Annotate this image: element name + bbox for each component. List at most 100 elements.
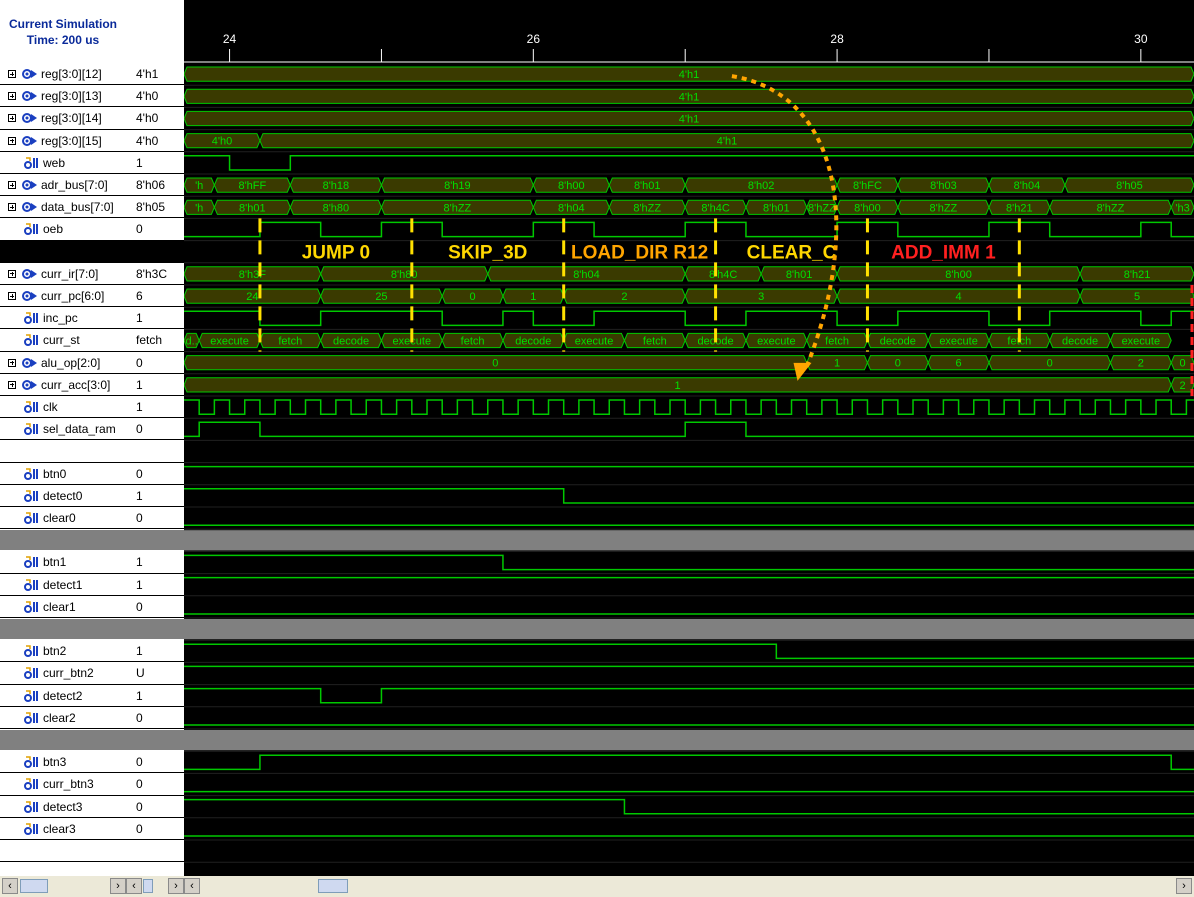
wave-row-clear0 bbox=[184, 524, 1194, 530]
values-scroll-left-icon[interactable]: ‹ bbox=[126, 878, 142, 894]
expand-icon[interactable] bbox=[8, 92, 16, 101]
bus-value-label: 8'h80 bbox=[323, 202, 350, 214]
signal-name-detect1[interactable]: detect1 bbox=[0, 574, 126, 596]
values-scroll-right-icon[interactable]: › bbox=[168, 878, 184, 894]
expand-icon[interactable] bbox=[8, 292, 16, 300]
current-simulation-time: Current Simulation Time: 200 us bbox=[8, 16, 117, 47]
signal-value: 1 bbox=[136, 400, 143, 414]
bus-value-label: 8'h4C bbox=[701, 202, 729, 214]
wave-row-sep bbox=[184, 619, 1194, 641]
signal-name-reg[3:0][12][interactable]: reg[3:0][12] bbox=[0, 63, 126, 85]
wave-row-web bbox=[184, 155, 1194, 175]
signal-name-detect2[interactable]: detect2 bbox=[0, 685, 126, 707]
clock-waveform bbox=[184, 399, 1194, 415]
signal-name-reg[3:0][13][interactable]: reg[3:0][13] bbox=[0, 85, 126, 107]
scroll-left-icon[interactable]: ‹ bbox=[2, 878, 18, 894]
expand-icon[interactable] bbox=[8, 358, 16, 367]
bit-waveform bbox=[184, 421, 1194, 438]
expand-icon[interactable] bbox=[8, 203, 16, 212]
scroll-right-icon[interactable]: › bbox=[110, 878, 126, 894]
signal-label: clear0 bbox=[43, 511, 76, 525]
bus-value-label: decode bbox=[880, 336, 916, 348]
bus-value-label: 2 bbox=[621, 291, 627, 303]
signal-name-clear3[interactable]: clear3 bbox=[0, 818, 126, 840]
bit-waveform bbox=[184, 221, 1194, 238]
signal-icon bbox=[24, 423, 40, 436]
signal-name-btn0[interactable]: btn0 bbox=[0, 463, 126, 485]
bus-value-label: 8'h04 bbox=[1014, 180, 1041, 192]
signal-name-web[interactable]: web bbox=[0, 152, 126, 174]
signal-name-clear2[interactable]: clear2 bbox=[0, 707, 126, 729]
signal-name-reg[3:0][14][interactable]: reg[3:0][14] bbox=[0, 107, 126, 129]
signal-value: 0 bbox=[136, 599, 143, 614]
signal-name-alu_op[2:0][interactable]: alu_op[2:0] bbox=[0, 352, 126, 374]
signal-value: 0 bbox=[136, 422, 143, 437]
waveform-panel[interactable]: 24 26 28 30 4'h1 4'h1 4'h1 4'h0 4'h1'h 8'hFF 8'h18… bbox=[183, 0, 1194, 876]
signal-value bbox=[126, 840, 184, 862]
signal-name-curr_acc[3:0][interactable]: curr_acc[3:0] bbox=[0, 374, 126, 396]
wave-row-clear3 bbox=[184, 835, 1194, 841]
bus-value-label: 1 bbox=[675, 380, 681, 392]
signal-name-sel_data_ram[interactable]: sel_data_ram bbox=[0, 418, 126, 440]
wave-row-detect2 bbox=[184, 687, 1194, 708]
signal-name-clear0[interactable]: clear0 bbox=[0, 507, 126, 529]
values-scroll-thumb[interactable] bbox=[143, 879, 153, 893]
signal-name-detect0[interactable]: detect0 bbox=[0, 485, 126, 507]
signal-label: reg[3:0][15] bbox=[41, 133, 102, 148]
signal-name-detect3[interactable]: detect3 bbox=[0, 796, 126, 818]
wave-row-sep bbox=[184, 530, 1194, 552]
bus-value-label: 'h3 bbox=[1175, 202, 1189, 214]
signal-name-inc_pc[interactable]: inc_pc bbox=[0, 307, 126, 329]
signal-icon bbox=[24, 157, 40, 169]
signal-name-curr_st[interactable]: curr_st bbox=[0, 329, 126, 351]
expand-icon[interactable] bbox=[8, 136, 16, 145]
signal-name-data_bus[7:0][interactable]: data_bus[7:0] bbox=[0, 196, 126, 218]
bus-value-label: 0 bbox=[492, 358, 498, 370]
signal-name-clk[interactable]: clk bbox=[0, 396, 126, 418]
bus-value-label: 4 bbox=[956, 291, 962, 303]
bus-value-label: 8'h19 bbox=[444, 180, 471, 192]
signal-name-curr_pc[6:0][interactable]: curr_pc[6:0] bbox=[0, 285, 126, 307]
signal-name-btn1[interactable]: btn1 bbox=[0, 551, 126, 573]
bus-value-label: 8'h4C bbox=[709, 269, 737, 281]
wave-row-btn3 bbox=[184, 754, 1194, 774]
names-scroll-thumb[interactable] bbox=[20, 879, 48, 893]
bus-icon bbox=[22, 90, 38, 102]
bus-icon bbox=[22, 290, 38, 302]
wave-row-clear1 bbox=[184, 613, 1194, 619]
bus-value-label: 8'h21 bbox=[1006, 202, 1033, 214]
signal-label: oeb bbox=[43, 222, 64, 237]
expand-icon[interactable] bbox=[8, 181, 16, 189]
signal-name-curr_ir[7:0][interactable]: curr_ir[7:0] bbox=[0, 263, 126, 285]
bus-icon bbox=[22, 135, 38, 147]
signal-name-curr_btn2[interactable]: curr_btn2 bbox=[0, 662, 126, 684]
bus-value-label: 8'hZZ bbox=[930, 202, 958, 214]
signal-value: 0 bbox=[136, 222, 143, 237]
signal-icon bbox=[24, 312, 40, 325]
wave-scroll-thumb[interactable] bbox=[318, 879, 348, 893]
signal-name-adr_bus[7:0][interactable]: adr_bus[7:0] bbox=[0, 174, 126, 196]
horizontal-scrollbars[interactable]: ‹ › ‹ › ‹ › bbox=[0, 876, 1194, 897]
wave-scroll-left-icon[interactable]: ‹ bbox=[184, 878, 200, 894]
wave-row-curr_acc[3:0]: 12 bbox=[183, 377, 1194, 397]
signal-value: 0 bbox=[136, 511, 143, 525]
signal-name-reg[3:0][15][interactable]: reg[3:0][15] bbox=[0, 130, 126, 152]
signal-name-curr_btn3[interactable]: curr_btn3 bbox=[0, 773, 126, 795]
expand-icon[interactable] bbox=[8, 70, 16, 78]
wave-row-reg[3:0][14]: 4'h1 bbox=[183, 110, 1194, 131]
signal-name-btn2[interactable]: btn2 bbox=[0, 640, 126, 662]
wave-row-btn0 bbox=[184, 465, 1194, 486]
signal-name-oeb[interactable]: oeb bbox=[0, 218, 126, 240]
expand-icon[interactable] bbox=[8, 380, 16, 389]
signal-name-clear1[interactable]: clear1 bbox=[0, 596, 126, 618]
bus-value-label: 6 bbox=[956, 358, 962, 370]
expand-icon[interactable] bbox=[8, 269, 16, 278]
wave-row-curr_btn2 bbox=[184, 665, 1194, 686]
signal-label: reg[3:0][13] bbox=[41, 89, 102, 104]
expand-icon[interactable] bbox=[8, 114, 16, 123]
wave-row-oeb bbox=[184, 221, 1194, 242]
bus-value-label: 8'hZZ bbox=[443, 202, 471, 214]
wave-scroll-right-icon[interactable]: › bbox=[1176, 878, 1192, 894]
time-ruler: 24 26 28 30 bbox=[184, 32, 1194, 63]
signal-name-btn3[interactable]: btn3 bbox=[0, 751, 126, 773]
